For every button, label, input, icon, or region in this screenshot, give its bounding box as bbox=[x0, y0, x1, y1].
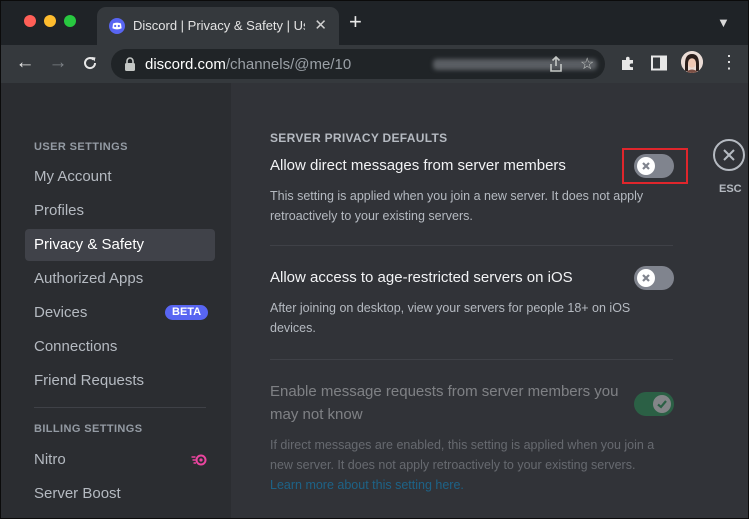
settings-sidebar: USER SETTINGS My Account Profiles Privac… bbox=[1, 83, 231, 518]
user-settings-header: USER SETTINGS bbox=[34, 141, 128, 153]
reload-icon[interactable] bbox=[81, 54, 99, 72]
option-title-age-restricted-ios: Allow access to age-restricted servers o… bbox=[270, 269, 573, 286]
toggle-knob bbox=[653, 395, 671, 413]
highlight-box bbox=[622, 148, 688, 184]
option-divider bbox=[270, 359, 673, 360]
sidebar-item-devices[interactable]: Devices BETA bbox=[25, 297, 215, 329]
side-panel-icon[interactable] bbox=[651, 55, 667, 71]
window-maximize-button[interactable] bbox=[64, 15, 76, 27]
tab-search-chevron-icon[interactable]: ▼ bbox=[717, 15, 730, 30]
tab-title: Discord | Privacy & Safety | User Settin… bbox=[133, 18, 305, 33]
settings-content: SERVER PRIVACY DEFAULTS Allow direct mes… bbox=[231, 83, 748, 518]
window-close-button[interactable] bbox=[24, 15, 36, 27]
section-header: SERVER PRIVACY DEFAULTS bbox=[270, 131, 448, 145]
beta-badge: BETA bbox=[165, 305, 209, 320]
sidebar-item-authorized-apps[interactable]: Authorized Apps bbox=[25, 263, 215, 295]
learn-more-link[interactable]: Learn more about this setting here. bbox=[270, 475, 654, 495]
option-description: If direct messages are enabled, this set… bbox=[270, 435, 654, 495]
esc-label: ESC bbox=[719, 183, 742, 195]
close-settings-button[interactable] bbox=[713, 139, 745, 171]
tab-bar: Discord | Privacy & Safety | User Settin… bbox=[1, 1, 748, 45]
forward-arrow-icon[interactable]: → bbox=[47, 52, 69, 74]
toggle-knob bbox=[637, 269, 655, 287]
discord-favicon-icon bbox=[109, 18, 125, 34]
description-line: new server. It does not apply retroactiv… bbox=[270, 458, 636, 472]
sidebar-item-label: Privacy & Safety bbox=[34, 236, 145, 253]
description-line: After joining on desktop, view your serv… bbox=[270, 301, 631, 315]
url-text: discord.com/channels/@me/10 bbox=[145, 56, 351, 73]
sidebar-item-profiles[interactable]: Profiles bbox=[25, 195, 215, 227]
sidebar-item-label: My Account bbox=[34, 168, 112, 185]
sidebar-item-label: Friend Requests bbox=[34, 372, 145, 389]
description-line: This setting is applied when you join a … bbox=[270, 189, 644, 203]
lock-icon[interactable] bbox=[124, 57, 136, 71]
x-icon bbox=[642, 274, 650, 282]
sidebar-item-label: Devices bbox=[34, 304, 88, 321]
window-minimize-button[interactable] bbox=[44, 15, 56, 27]
sidebar-item-privacy-safety[interactable]: Privacy & Safety bbox=[25, 229, 215, 261]
tab-close-icon[interactable]: ✕ bbox=[314, 16, 327, 34]
share-icon[interactable] bbox=[549, 56, 563, 72]
browser-tab-discord[interactable]: Discord | Privacy & Safety | User Settin… bbox=[97, 7, 339, 45]
url-redacted bbox=[433, 59, 597, 70]
url-host: discord.com bbox=[145, 56, 226, 73]
sidebar-item-label: Authorized Apps bbox=[34, 270, 144, 287]
address-bar[interactable]: discord.com/channels/@me/10 ☆ bbox=[111, 49, 605, 79]
sidebar-item-nitro[interactable]: Nitro bbox=[25, 444, 215, 476]
url-path: /channels/@me/10 bbox=[225, 56, 352, 73]
sidebar-item-server-boost[interactable]: Server Boost bbox=[25, 478, 215, 510]
new-tab-icon[interactable]: + bbox=[349, 11, 362, 33]
browser-toolbar: ← → discord.com/channels/@me/10 ☆ ⋮ bbox=[1, 45, 748, 83]
option-description: This setting is applied when you join a … bbox=[270, 186, 643, 226]
sidebar-item-label: Server Boost bbox=[34, 485, 121, 502]
toggle-age-restricted-ios[interactable] bbox=[634, 266, 674, 290]
nitro-icon bbox=[191, 454, 207, 466]
back-arrow-icon[interactable]: ← bbox=[14, 52, 36, 74]
profile-picture-icon bbox=[681, 51, 703, 73]
sidebar-item-label: Profiles bbox=[34, 202, 85, 219]
checkmark-icon bbox=[657, 400, 667, 409]
extensions-puzzle-icon[interactable] bbox=[619, 55, 637, 73]
title-line: Enable message requests from server memb… bbox=[270, 383, 619, 400]
sidebar-item-label: Connections bbox=[34, 338, 118, 355]
option-title-message-requests: Enable message requests from server memb… bbox=[270, 380, 618, 426]
profile-avatar[interactable] bbox=[681, 51, 703, 73]
browser-menu-icon[interactable]: ⋮ bbox=[720, 53, 738, 71]
description-line: If direct messages are enabled, this set… bbox=[270, 438, 655, 452]
sidebar-item-connections[interactable]: Connections bbox=[25, 331, 215, 363]
description-line: retroactively to your existing servers. bbox=[270, 209, 473, 223]
title-line: may not know bbox=[270, 406, 363, 423]
bookmark-star-icon[interactable]: ☆ bbox=[580, 54, 594, 74]
option-title-dm-server-members: Allow direct messages from server member… bbox=[270, 157, 566, 174]
browser-window: Discord | Privacy & Safety | User Settin… bbox=[0, 0, 749, 519]
billing-settings-header: BILLING SETTINGS bbox=[34, 423, 143, 435]
sidebar-divider bbox=[34, 407, 206, 408]
sidebar-item-my-account[interactable]: My Account bbox=[25, 161, 215, 193]
description-line: devices. bbox=[270, 321, 316, 335]
close-icon bbox=[723, 149, 735, 161]
option-divider bbox=[270, 245, 673, 246]
sidebar-item-friend-requests[interactable]: Friend Requests bbox=[25, 365, 215, 397]
option-description: After joining on desktop, view your serv… bbox=[270, 298, 630, 338]
sidebar-item-label: Nitro bbox=[34, 451, 66, 468]
toggle-message-requests[interactable] bbox=[634, 392, 674, 416]
